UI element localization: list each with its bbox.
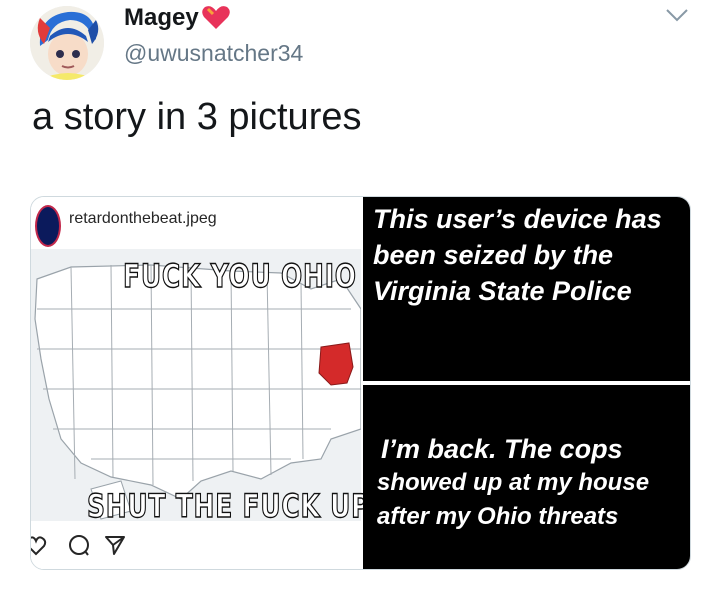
story-back-line-1: I’m back. The cops bbox=[381, 434, 623, 464]
comment-icon bbox=[69, 535, 89, 556]
ohio-state-highlight bbox=[318, 342, 354, 386]
display-name[interactable]: Magey bbox=[124, 4, 231, 32]
avatar[interactable] bbox=[30, 6, 104, 80]
meme-bottom-text: SHUT THE FUCK UP bbox=[86, 486, 371, 525]
tweet-text: a story in 3 pictures bbox=[32, 96, 362, 138]
meme-top-text: FUCK YOU OHIO bbox=[122, 256, 357, 295]
chevron-down-icon[interactable] bbox=[664, 6, 690, 24]
avatar-image bbox=[30, 6, 104, 80]
instagram-post-header: retardonthebeat.jpeg bbox=[31, 197, 361, 247]
story-seized-panel[interactable]: This user’s device has been seized by th… bbox=[363, 197, 690, 381]
instagram-avatar bbox=[35, 205, 61, 247]
story-back-line-2: showed up at my house bbox=[377, 469, 650, 496]
instagram-screenshot[interactable]: retardonthebeat.jpeg FUCK YOU OHIO SHUT … bbox=[31, 197, 370, 569]
us-map-image: FUCK YOU OHIO SHUT THE FUCK UP bbox=[31, 249, 370, 526]
share-send-icon bbox=[105, 536, 125, 555]
story-back-panel[interactable]: I’m back. The cops showed up at my house… bbox=[363, 385, 690, 569]
story-seized-text: This user’s device has been seized by th… bbox=[373, 204, 662, 306]
instagram-username: retardonthebeat.jpeg bbox=[69, 210, 217, 227]
user-handle[interactable]: @uwusnatcher34 bbox=[124, 40, 303, 67]
heart-emoji-icon bbox=[201, 6, 230, 29]
display-name-text: Magey bbox=[124, 4, 199, 31]
tweet-media[interactable]: retardonthebeat.jpeg FUCK YOU OHIO SHUT … bbox=[30, 196, 691, 570]
instagram-actions bbox=[31, 521, 361, 569]
heart-outline-icon bbox=[31, 536, 47, 556]
story-back-line-3: after my Ohio threats bbox=[377, 503, 619, 530]
